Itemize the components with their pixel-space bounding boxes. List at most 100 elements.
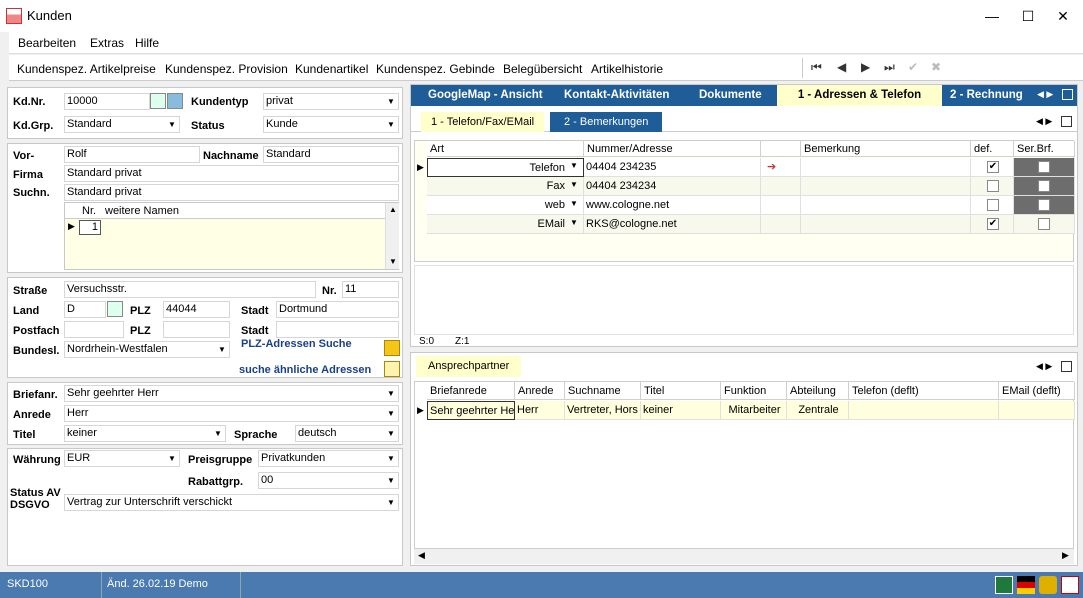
- contact-art[interactable]: web: [427, 196, 584, 215]
- menu-hilfe[interactable]: Hilfe: [135, 36, 159, 50]
- panel-menu-icon[interactable]: [1062, 89, 1073, 100]
- chevron-up-icon[interactable]: ▲: [389, 205, 397, 214]
- scroll-right-icon[interactable]: ▶: [1062, 550, 1069, 561]
- names-scrollbar[interactable]: ▲ ▼: [385, 203, 399, 269]
- stadt-field[interactable]: Dortmund: [276, 301, 399, 318]
- tab-googlemap[interactable]: GoogleMap - Ansicht: [422, 85, 549, 106]
- chevron-down-icon[interactable]: ▼: [389, 257, 397, 266]
- kundentyp-select[interactable]: privat ▼: [263, 93, 399, 110]
- subtab-scroll-arrows-icon[interactable]: ◀ ▶: [1036, 116, 1052, 127]
- contact-bemerkung[interactable]: [801, 177, 971, 196]
- serbrf-checkbox[interactable]: [1038, 180, 1050, 192]
- suchname-field[interactable]: Standard privat: [64, 184, 399, 201]
- contact-art[interactable]: Fax: [427, 177, 584, 196]
- contact-art[interactable]: EMail: [427, 215, 584, 234]
- pdf-icon[interactable]: [1061, 576, 1079, 594]
- ansprech-cell[interactable]: Vertreter, Hors: [565, 401, 641, 420]
- first-record-icon[interactable]: ⏮: [811, 60, 822, 75]
- contact-nummer[interactable]: 04404 234235: [584, 158, 761, 177]
- minimize-button[interactable]: —: [977, 4, 1007, 28]
- land-field[interactable]: D: [64, 301, 106, 318]
- def-checkbox[interactable]: [987, 199, 999, 211]
- ansprech-cell[interactable]: Zentrale: [787, 401, 849, 420]
- titel-select[interactable]: keiner ▼: [64, 425, 226, 442]
- beleguebersicht-button[interactable]: Belegübersicht: [503, 62, 582, 76]
- ansprech-cell[interactable]: Herr: [515, 401, 565, 420]
- kundenartikel-button[interactable]: Kundenartikel: [295, 62, 368, 76]
- ansprech-menu-icon[interactable]: [1061, 361, 1072, 372]
- contact-art[interactable]: Telefon: [427, 158, 584, 177]
- plz-search-link[interactable]: PLZ-Adressen Suche: [241, 338, 352, 350]
- ansprech-cell[interactable]: [849, 401, 999, 420]
- subtab-telefon[interactable]: 1 - Telefon/Fax/EMail: [421, 112, 545, 132]
- tab-scroll-arrows-icon[interactable]: ◀ ▶: [1037, 89, 1053, 100]
- contact-nummer[interactable]: RKS@cologne.net: [584, 215, 761, 234]
- contact-action-cell[interactable]: [761, 177, 801, 196]
- contact-action-cell[interactable]: ➔: [761, 158, 801, 177]
- serbrf-checkbox[interactable]: [1038, 161, 1050, 173]
- chevron-down-icon[interactable]: ▼: [384, 386, 398, 401]
- kdnr-field[interactable]: 10000: [64, 93, 150, 110]
- waehrung-select[interactable]: EUR ▼: [64, 450, 180, 467]
- additional-names-grid[interactable]: Nr. weitere Namen ▶ 1 ▲ ▼: [64, 202, 399, 270]
- artikelhistorie-button[interactable]: Artikelhistorie: [591, 62, 663, 76]
- ansprech-grid[interactable]: Briefanrede Anrede Suchname Titel Funktion Ab…: [414, 381, 1075, 549]
- kundenspez-gebinde-button[interactable]: Kundenspez. Gebinde: [376, 62, 495, 76]
- preisgruppe-select[interactable]: Privatkunden ▼: [258, 450, 399, 467]
- col-art[interactable]: Art: [427, 141, 584, 157]
- chevron-down-icon[interactable]: ▼: [570, 161, 578, 170]
- next-record-icon[interactable]: ▶: [861, 60, 870, 74]
- def-checkbox[interactable]: ✔: [987, 161, 999, 173]
- contact-bemerkung[interactable]: [801, 215, 971, 234]
- chevron-down-icon[interactable]: ▼: [384, 117, 398, 132]
- kundenspez-artikelpreise-button[interactable]: Kundenspez. Artikelpreise: [17, 62, 156, 76]
- anrede-select[interactable]: Herr ▼: [64, 405, 399, 422]
- postfach-plz-field[interactable]: [163, 321, 230, 338]
- contact-nummer[interactable]: 04404 234234: [584, 177, 761, 196]
- hausnr-field[interactable]: 11: [342, 281, 399, 298]
- last-record-icon[interactable]: ⏭: [884, 60, 895, 75]
- kdgrp-select[interactable]: Standard ▼: [64, 116, 180, 133]
- customer-card-icon[interactable]: [167, 93, 183, 109]
- close-button[interactable]: ✕: [1048, 4, 1078, 28]
- postfach-stadt-field[interactable]: [276, 321, 399, 338]
- ansprech-col[interactable]: Briefanrede: [427, 382, 515, 400]
- chevron-down-icon[interactable]: ▼: [211, 426, 225, 441]
- excel-icon[interactable]: [995, 576, 1013, 594]
- ansprech-scroll-arrows-icon[interactable]: ◀ ▶: [1036, 361, 1052, 372]
- ansprech-col[interactable]: Telefon (deflt): [849, 382, 999, 400]
- magnifier-icon[interactable]: [384, 361, 400, 377]
- chevron-down-icon[interactable]: ▼: [384, 495, 398, 510]
- tab-adressen-telefon[interactable]: 1 - Adressen & Telefon: [777, 85, 942, 106]
- chevron-down-icon[interactable]: ▼: [384, 451, 398, 466]
- strasse-field[interactable]: Versuchsstr.: [64, 281, 316, 298]
- tab-ansprechpartner[interactable]: Ansprechpartner: [416, 356, 522, 377]
- menu-extras[interactable]: Extras: [90, 36, 124, 50]
- similar-address-link[interactable]: suche ähnliche Adressen: [239, 364, 371, 376]
- chevron-down-icon[interactable]: ▼: [384, 94, 398, 109]
- contact-nummer[interactable]: www.cologne.net: [584, 196, 761, 215]
- rabattgrp-select[interactable]: 00 ▼: [258, 472, 399, 489]
- chevron-down-icon[interactable]: ▼: [384, 473, 398, 488]
- chevron-down-icon[interactable]: ▼: [165, 117, 179, 132]
- sprache-select[interactable]: deutsch ▼: [295, 425, 399, 442]
- chevron-down-icon[interactable]: ▼: [384, 406, 398, 421]
- ansprech-col[interactable]: Abteilung: [787, 382, 849, 400]
- serbrf-checkbox[interactable]: [1038, 218, 1050, 230]
- col-serbrf[interactable]: Ser.Brf.: [1014, 141, 1075, 157]
- dsgvo-select[interactable]: Vertrag zur Unterschrift verschickt ▼: [64, 494, 399, 511]
- tab-dokumente[interactable]: Dokumente: [693, 85, 768, 106]
- subpanel-menu-icon[interactable]: [1061, 116, 1072, 127]
- vorname-field[interactable]: Rolf: [64, 146, 200, 163]
- ansprech-col[interactable]: Anrede: [515, 382, 565, 400]
- status-select[interactable]: Kunde ▼: [263, 116, 399, 133]
- german-flag-icon[interactable]: [1017, 576, 1035, 594]
- col-nummer[interactable]: Nummer/Adresse: [584, 141, 761, 157]
- ansprech-cell[interactable]: Mitarbeiter: [721, 401, 787, 420]
- maximize-button[interactable]: ☐: [1013, 4, 1043, 28]
- firma-field[interactable]: Standard privat: [64, 165, 399, 182]
- scroll-left-icon[interactable]: ◀: [418, 550, 425, 561]
- lock-icon[interactable]: [1039, 576, 1057, 594]
- tab-rechnung[interactable]: 2 - Rechnung: [944, 85, 1029, 106]
- ansprech-hscrollbar[interactable]: ◀ ▶: [414, 549, 1074, 564]
